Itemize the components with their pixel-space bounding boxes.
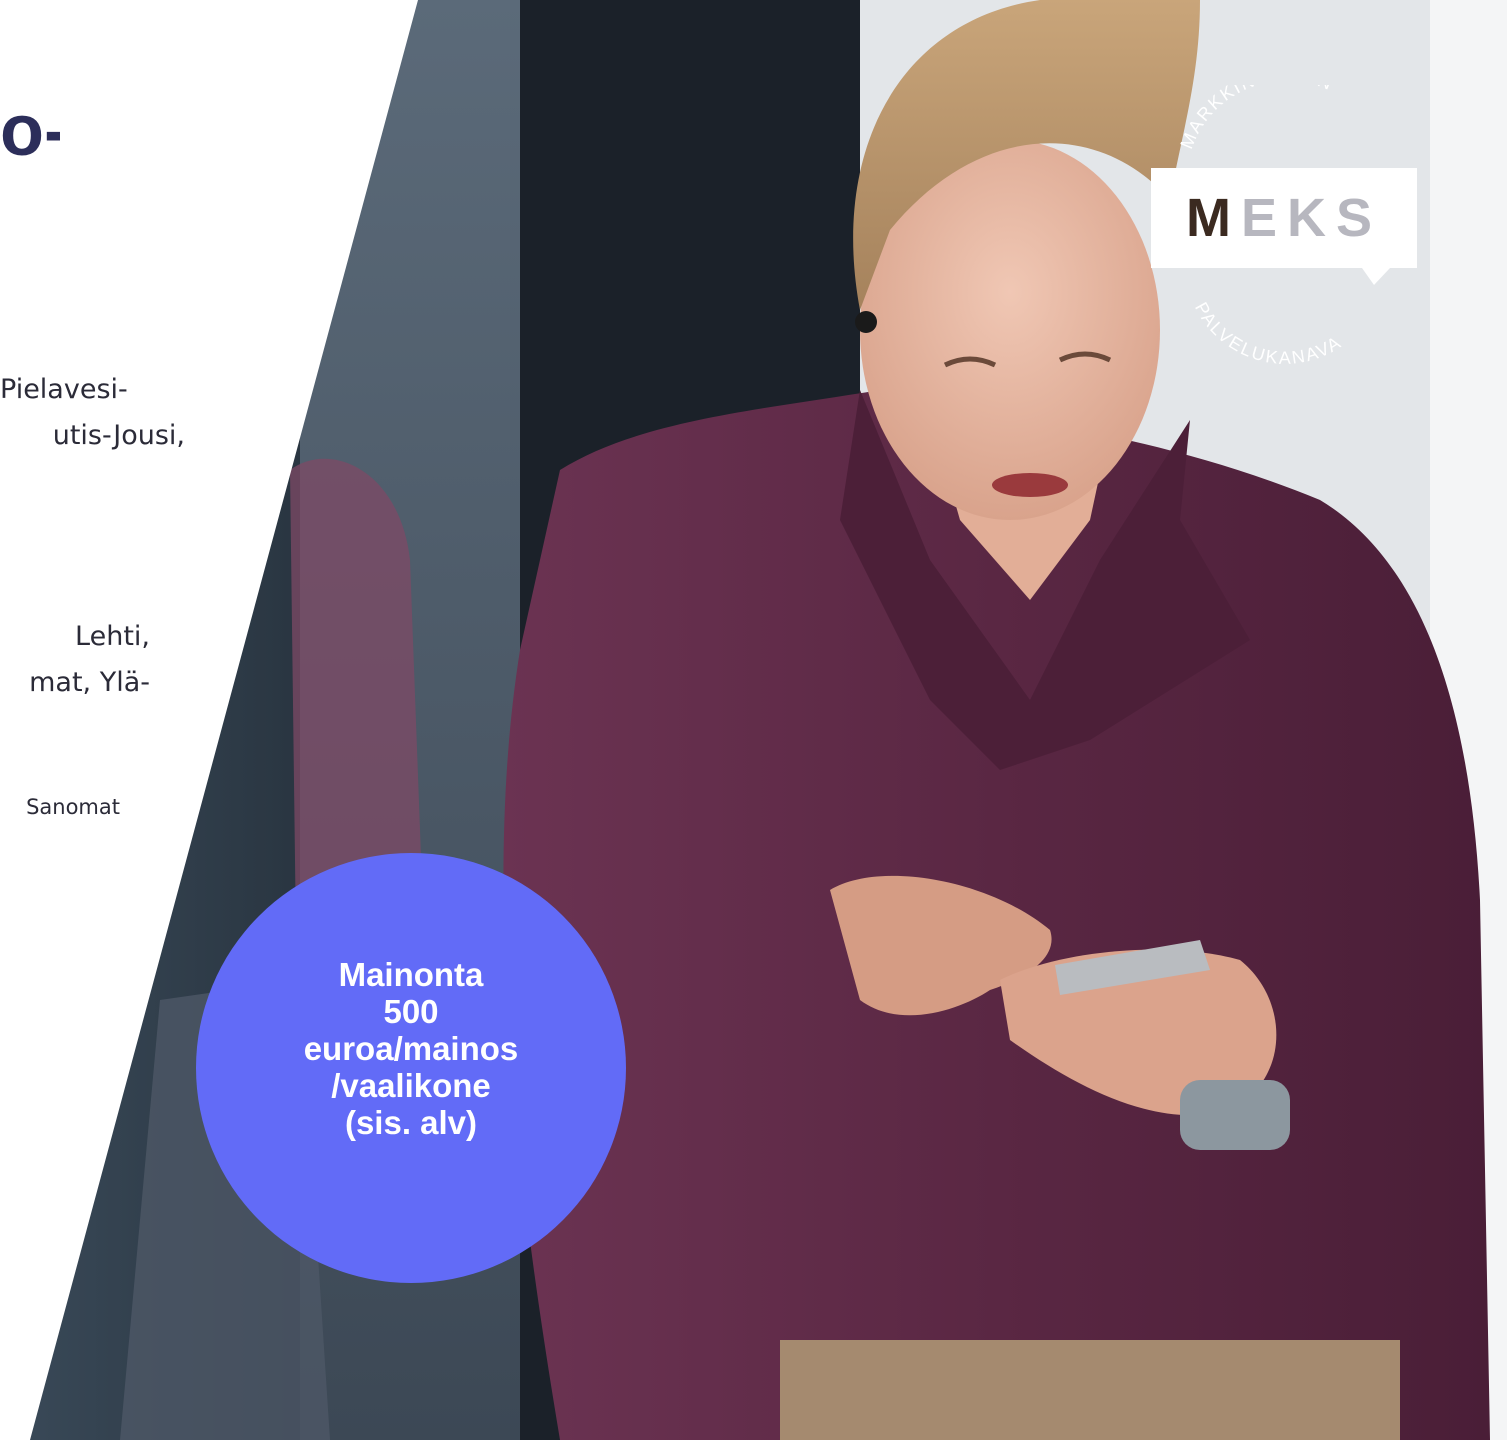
logo-arc-top: MARKKINOINNIN: [1176, 85, 1334, 152]
paragraph-first-line-1: Pielavesi-: [0, 374, 128, 405]
logo-wordmark: MEKS: [1151, 168, 1417, 268]
logo-wordmark-initial: M: [1185, 188, 1241, 248]
paragraph-first: Pielavesi- utis-Jousi,: [0, 367, 185, 459]
promo-line-3: euroa/mainos: [303, 1029, 519, 1067]
paragraph-second-line-1: Lehti,: [75, 621, 150, 652]
logo-wordmark-rest: EKS: [1240, 188, 1383, 248]
promo-text: Mainonta 500 euroa/mainos /vaalikone (si…: [261, 956, 561, 1141]
promo-line-2: 500: [383, 992, 439, 1030]
promo-line-5: (sis. alv): [344, 1103, 478, 1141]
paragraph-first-line-2: utis-Jousi,: [52, 420, 185, 451]
paragraph-third: Sanomat: [26, 795, 120, 819]
promo-circle-badge: Mainonta 500 euroa/mainos /vaalikone (si…: [196, 853, 626, 1283]
meks-logo: MARKKINOINNIN PALVELUKANAVA MEKS: [1140, 85, 1430, 365]
svg-text:PALVELUKANAVA: PALVELUKANAVA: [1191, 299, 1346, 365]
svg-text:MARKKINOINNIN: MARKKINOINNIN: [1176, 85, 1336, 152]
page-heading-fragment: o-: [0, 95, 60, 167]
logo-wordmark-box: MEKS: [1151, 168, 1417, 268]
promo-line-1: Mainonta: [338, 955, 484, 993]
paragraph-second-line-2: mat, Ylä-: [29, 667, 150, 698]
paragraph-second: Lehti, mat, Ylä-: [0, 614, 150, 706]
promo-line-4: /vaalikone: [331, 1066, 491, 1104]
logo-arc-bottom: PALVELUKANAVA: [1191, 299, 1344, 365]
